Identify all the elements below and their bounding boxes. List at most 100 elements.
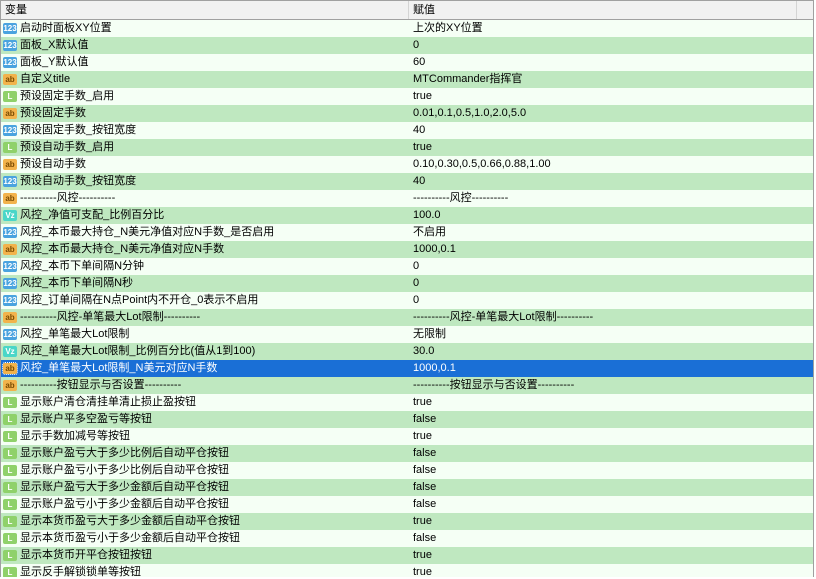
property-row[interactable]: L预设固定手数_启用true: [1, 88, 813, 105]
type-icon: 123: [3, 295, 17, 306]
type-icon: L: [3, 431, 17, 442]
value-cell[interactable]: true: [409, 428, 813, 445]
value-cell[interactable]: true: [409, 394, 813, 411]
value-cell[interactable]: ----------按钮显示与否设置----------: [409, 377, 813, 394]
value-cell[interactable]: 0: [409, 275, 813, 292]
column-header-variable[interactable]: 变量: [1, 1, 409, 19]
property-row[interactable]: L显示账户盈亏小于多少比例后自动平仓按钮false: [1, 462, 813, 479]
value-cell[interactable]: 0.01,0.1,0.5,1.0,2.0,5.0: [409, 105, 813, 122]
value-cell[interactable]: true: [409, 547, 813, 564]
property-row[interactable]: ab预设固定手数0.01,0.1,0.5,1.0,2.0,5.0: [1, 105, 813, 122]
property-row[interactable]: L显示账户盈亏大于多少比例后自动平仓按钮false: [1, 445, 813, 462]
value-cell[interactable]: false: [409, 462, 813, 479]
value-cell[interactable]: 0: [409, 37, 813, 54]
variable-name: 风控_单笔最大Lot限制: [20, 326, 129, 343]
value-cell[interactable]: ----------风控----------: [409, 190, 813, 207]
variable-name: 显示账户清仓清挂单清止损止盈按钮: [20, 394, 196, 411]
property-row[interactable]: L显示本货币盈亏小于多少金额后自动平仓按钮false: [1, 530, 813, 547]
value-cell[interactable]: 1000,0.1: [409, 241, 813, 258]
variable-cell: ab自定义title: [1, 71, 409, 88]
variable-name: 预设自动手数_按钮宽度: [20, 173, 136, 190]
variable-name: 风控_订单间隔在N点Point内不开仓_0表示不启用: [20, 292, 258, 309]
variable-cell: ab----------按钮显示与否设置----------: [1, 377, 409, 394]
value-cell[interactable]: 1000,0.1: [409, 360, 813, 377]
property-row[interactable]: L显示账户平多空盈亏等按钮false: [1, 411, 813, 428]
variable-cell: L显示账户清仓清挂单清止损止盈按钮: [1, 394, 409, 411]
value-cell[interactable]: 40: [409, 122, 813, 139]
variable-name: 预设固定手数: [20, 105, 86, 122]
value-cell[interactable]: true: [409, 139, 813, 156]
property-row[interactable]: L显示手数加减号等按钮true: [1, 428, 813, 445]
value-cell[interactable]: ----------风控-单笔最大Lot限制----------: [409, 309, 813, 326]
value-cell[interactable]: true: [409, 564, 813, 577]
value-cell[interactable]: 0: [409, 258, 813, 275]
property-row[interactable]: 123风控_订单间隔在N点Point内不开仓_0表示不启用0: [1, 292, 813, 309]
variable-cell: L预设自动手数_启用: [1, 139, 409, 156]
property-row[interactable]: L显示本货币开平仓按钮按钮true: [1, 547, 813, 564]
value-cell[interactable]: 上次的XY位置: [409, 20, 813, 37]
variable-cell: L显示账户盈亏大于多少比例后自动平仓按钮: [1, 445, 409, 462]
value-cell[interactable]: 0.10,0.30,0.5,0.66,0.88,1.00: [409, 156, 813, 173]
property-row[interactable]: 123面板_Y默认值60: [1, 54, 813, 71]
value-cell[interactable]: false: [409, 411, 813, 428]
variable-cell: 123风控_订单间隔在N点Point内不开仓_0表示不启用: [1, 292, 409, 309]
property-row[interactable]: ab风控_本币最大持仓_N美元净值对应N手数 1000,0.1: [1, 241, 813, 258]
property-row[interactable]: L显示反手解锁锁单等按钮true: [1, 564, 813, 577]
property-row[interactable]: 123风控_单笔最大Lot限制无限制: [1, 326, 813, 343]
property-row[interactable]: L显示账户盈亏小于多少金额后自动平仓按钮false: [1, 496, 813, 513]
property-row[interactable]: ab----------风控-单笔最大Lot限制----------------…: [1, 309, 813, 326]
property-row[interactable]: Vz风控_单笔最大Lot限制_比例百分比(值从1到100)30.0: [1, 343, 813, 360]
property-row[interactable]: 123风控_本币最大持仓_N美元净值对应N手数_是否启用 不启用: [1, 224, 813, 241]
variable-cell: 123风控_单笔最大Lot限制: [1, 326, 409, 343]
type-icon: 123: [3, 227, 17, 238]
value-cell[interactable]: 40: [409, 173, 813, 190]
property-row[interactable]: 123面板_X默认值0: [1, 37, 813, 54]
value-cell[interactable]: 无限制: [409, 326, 813, 343]
value-cell[interactable]: true: [409, 88, 813, 105]
property-row[interactable]: 123预设固定手数_按钮宽度40: [1, 122, 813, 139]
property-row[interactable]: ab自定义titleMTCommander指挥官: [1, 71, 813, 88]
value-cell[interactable]: 不启用: [409, 224, 813, 241]
value-cell[interactable]: 60: [409, 54, 813, 71]
type-icon: 123: [3, 176, 17, 187]
value-cell[interactable]: false: [409, 479, 813, 496]
value-cell[interactable]: false: [409, 445, 813, 462]
variable-name: ----------风控-单笔最大Lot限制----------: [20, 309, 200, 326]
property-row[interactable]: L预设自动手数_启用true: [1, 139, 813, 156]
value-cell[interactable]: 30.0: [409, 343, 813, 360]
property-row[interactable]: L显示本货币盈亏大于多少金额后自动平仓按钮true: [1, 513, 813, 530]
variable-name: 自定义title: [20, 71, 70, 88]
value-cell[interactable]: true: [409, 513, 813, 530]
type-icon: ab: [3, 244, 17, 255]
variable-cell: ab预设固定手数: [1, 105, 409, 122]
value-cell[interactable]: MTCommander指挥官: [409, 71, 813, 88]
property-row[interactable]: 123启动时面板XY位置上次的XY位置: [1, 20, 813, 37]
type-icon: ab: [3, 108, 17, 119]
type-icon: L: [3, 516, 17, 527]
value-cell[interactable]: 100.0: [409, 207, 813, 224]
type-icon: 123: [3, 125, 17, 136]
property-row[interactable]: 123风控_本币下单间隔N分钟0: [1, 258, 813, 275]
value-cell[interactable]: false: [409, 496, 813, 513]
variable-name: 风控_单笔最大Lot限制_比例百分比(值从1到100): [20, 343, 255, 360]
variable-cell: L显示本货币盈亏大于多少金额后自动平仓按钮: [1, 513, 409, 530]
column-header-value[interactable]: 赋值: [409, 1, 813, 19]
property-row[interactable]: ab风控_单笔最大Lot限制_N美元对应N手数1000,0.1: [1, 360, 813, 377]
property-row[interactable]: ab----------风控--------------------风控----…: [1, 190, 813, 207]
property-row[interactable]: ab----------按钮显示与否设置--------------------…: [1, 377, 813, 394]
property-row[interactable]: 123风控_本币下单间隔N秒0: [1, 275, 813, 292]
value-cell[interactable]: false: [409, 530, 813, 547]
grid-header: 变量 赋值: [1, 1, 813, 20]
property-row[interactable]: ab预设自动手数0.10,0.30,0.5,0.66,0.88,1.00: [1, 156, 813, 173]
property-row[interactable]: L显示账户盈亏大于多少金额后自动平仓按钮false: [1, 479, 813, 496]
type-icon: L: [3, 499, 17, 510]
variable-name: 风控_本币最大持仓_N美元净值对应N手数: [20, 241, 224, 258]
variable-name: 风控_本币最大持仓_N美元净值对应N手数_是否启用: [20, 224, 274, 241]
property-row[interactable]: Vz风控_净值可支配_比例百分比100.0: [1, 207, 813, 224]
value-cell[interactable]: 0: [409, 292, 813, 309]
type-icon: 123: [3, 23, 17, 34]
property-row[interactable]: L显示账户清仓清挂单清止损止盈按钮true: [1, 394, 813, 411]
property-row[interactable]: 123预设自动手数_按钮宽度 40: [1, 173, 813, 190]
type-icon: 123: [3, 261, 17, 272]
variable-name: 显示本货币盈亏大于多少金额后自动平仓按钮: [20, 513, 240, 530]
